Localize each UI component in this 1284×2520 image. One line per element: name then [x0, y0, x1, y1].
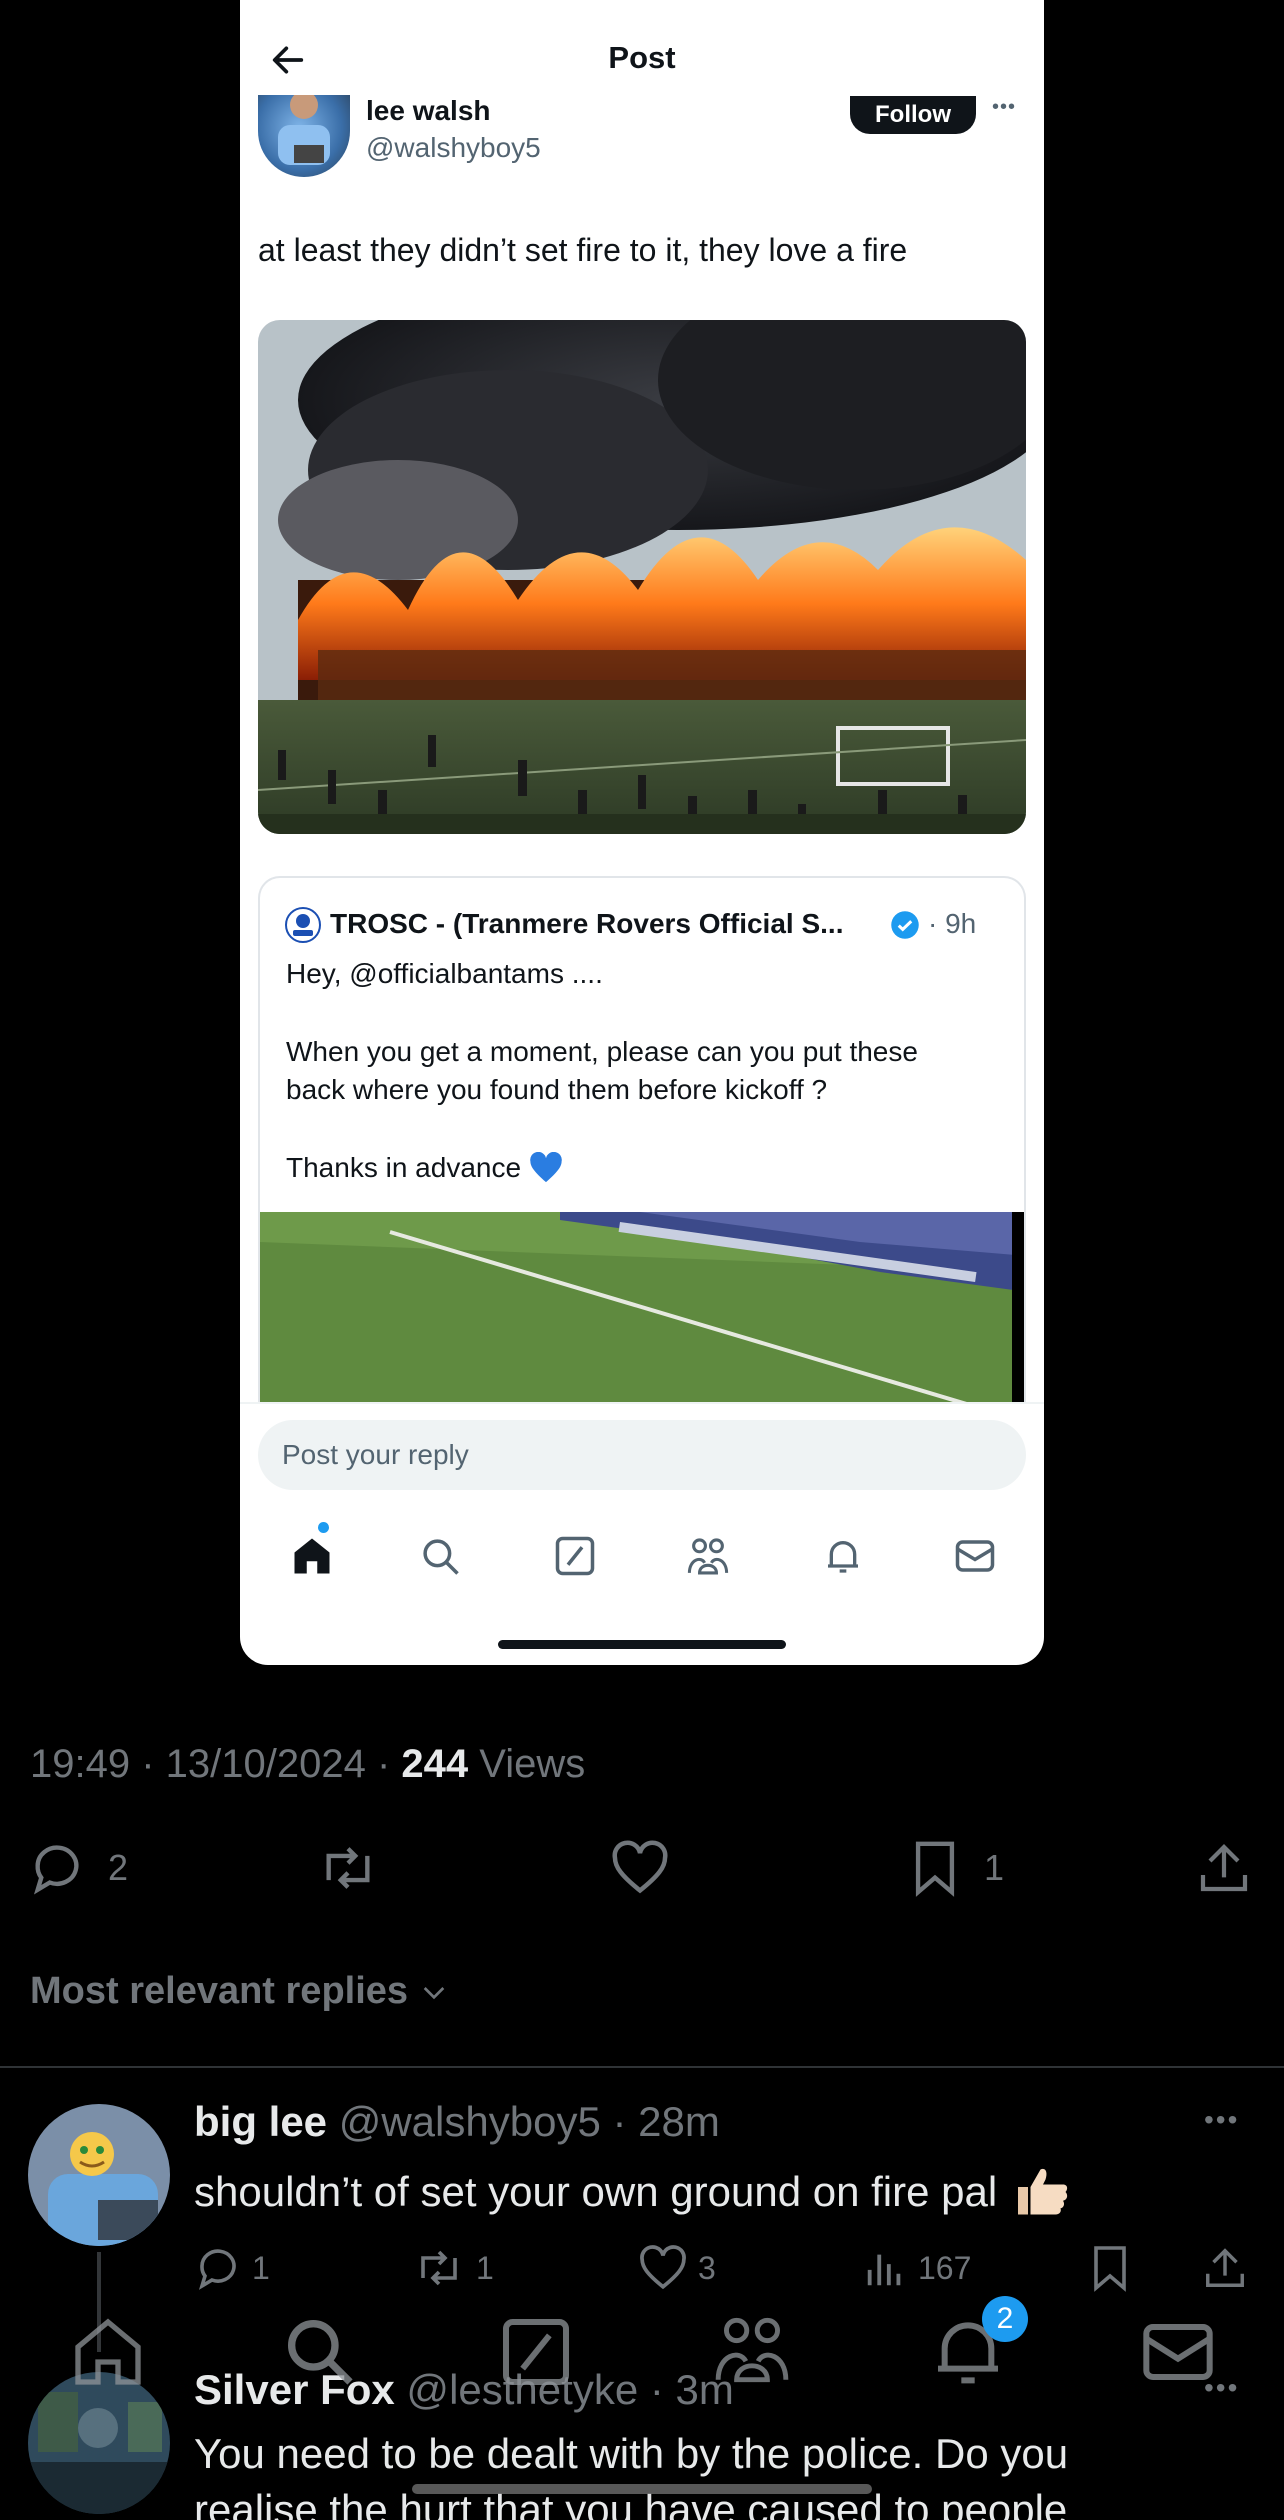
views-icon [867, 2254, 901, 2286]
reply-author: big lee @walshyboy5 · 28m [194, 2098, 720, 2146]
post-timestamp: 19:49 · 13/10/2024 · [30, 1742, 402, 1786]
chevron-down-icon [423, 1986, 445, 1999]
heart-icon [640, 2245, 686, 2290]
reply-like-count: 3 [698, 2249, 716, 2286]
reply-action[interactable]: 2 [28, 1838, 128, 1898]
communities-tab[interactable] [678, 1526, 738, 1586]
divider [0, 2066, 1284, 2068]
like-action[interactable] [610, 1838, 670, 1898]
grok-tab[interactable] [545, 1526, 605, 1586]
home-indicator [498, 1640, 786, 1649]
reply-views-count: 167 [918, 2249, 972, 2286]
thumbs-up-icon [1018, 2168, 1068, 2215]
search-tab[interactable] [410, 1526, 470, 1586]
grok-icon [503, 2319, 569, 2385]
quoted-text-line: Thanks in advance [286, 1152, 563, 1184]
author-handle: @walshyboy5 [366, 132, 541, 163]
reply-count: 2 [108, 1847, 129, 1888]
reply-author-name: big lee [194, 2098, 328, 2145]
search-icon [288, 2320, 353, 2385]
notification-badge: 2 [982, 2296, 1028, 2342]
reply-icon [198, 2249, 236, 2290]
share-action[interactable] [1196, 1838, 1252, 1898]
quoted-text-line: back where you found them before kickoff… [286, 1074, 828, 1105]
reply-share-action[interactable] [1202, 2240, 1248, 2296]
reply-input[interactable]: Post your reply [258, 1420, 1026, 1490]
home-tab[interactable] [282, 1526, 342, 1586]
grok-icon [555, 1536, 595, 1576]
nav-grok[interactable] [496, 2312, 576, 2392]
quoted-text-line: When you get a moment, please can you pu… [286, 1036, 918, 1067]
reply-more-icon[interactable]: ••• [1204, 2104, 1239, 2136]
search-icon [423, 1539, 459, 1575]
quoted-timestamp: · 9h [928, 908, 977, 939]
quoted-post-card[interactable]: TROSC - (Tranmere Rovers Official S... ·… [258, 876, 1026, 1406]
messages-tab[interactable] [945, 1526, 1005, 1586]
reply-author-handle: @walshyboy5 · 28m [327, 2098, 720, 2145]
follow-button[interactable]: Follow [850, 96, 976, 134]
screenshot-tab-bar [240, 1516, 1044, 1616]
repost-action[interactable] [316, 1838, 380, 1898]
home-indicator[interactable] [412, 2484, 872, 2494]
reply-like-action[interactable]: 3 [638, 2240, 716, 2296]
mail-icon [1143, 2324, 1213, 2380]
notifications-tab[interactable] [813, 1526, 873, 1586]
replies-sort-dropdown[interactable]: Most relevant replies [30, 1970, 450, 2013]
heart-icon [612, 1840, 668, 1894]
nav-communities[interactable] [712, 2312, 792, 2392]
reply-text-content: shouldn’t of set your own ground on fire… [194, 2168, 998, 2215]
reply-reply-action[interactable]: 1 [194, 2240, 270, 2296]
verified-badge-icon [891, 911, 919, 939]
repost-icon [421, 2250, 457, 2286]
share-icon [1200, 1844, 1248, 1892]
reply-reply-count: 1 [252, 2249, 270, 2286]
reply-views-action[interactable]: 167 [862, 2240, 971, 2296]
quoted-image[interactable] [260, 1212, 1024, 1406]
more-options-icon[interactable]: ••• [992, 96, 1016, 119]
reply-repost-count: 1 [476, 2249, 494, 2286]
post-image[interactable] [258, 320, 1026, 834]
views-label: Views [468, 1742, 586, 1786]
author-name: lee walsh [366, 95, 491, 126]
author-avatar [258, 95, 350, 177]
post-meta: 19:49 · 13/10/2024 · 244 Views [30, 1742, 585, 1787]
bookmark-icon [915, 1841, 955, 1897]
nav-messages[interactable] [1138, 2312, 1218, 2392]
reply-text: shouldn’t of set your own ground on fire… [194, 2162, 1073, 2222]
mail-icon [955, 1540, 995, 1572]
screenshot-header: Post [240, 0, 1044, 95]
quoted-author-name: TROSC - (Tranmere Rovers Official S... [330, 908, 844, 939]
reply-avatar[interactable] [28, 2104, 170, 2246]
home-icon [294, 1538, 330, 1574]
screenshot-header-title: Post [608, 40, 676, 75]
communities-icon [687, 1538, 729, 1575]
share-icon [1206, 2248, 1244, 2287]
bookmark-action[interactable]: 1 [908, 1838, 1004, 1898]
embedded-screenshot[interactable]: Post lee walsh @walshyboy5 Follow ••• at… [240, 0, 1044, 1665]
communities-icon [715, 2317, 789, 2383]
post-text: at least they didn’t set fire to it, the… [258, 232, 908, 268]
bookmark-count: 1 [984, 1847, 1005, 1888]
reply-bar: Post your reply [240, 1402, 1044, 1516]
nav-home[interactable] [68, 2312, 148, 2392]
reply-bookmark-action[interactable] [1088, 2240, 1132, 2296]
bottom-nav [0, 2300, 1284, 2410]
home-icon [75, 2318, 141, 2385]
quoted-text-thanks: Thanks in advance [286, 1152, 522, 1183]
views-count: 244 [401, 1742, 469, 1786]
quoted-text-line: Hey, @officialbantams .... [286, 958, 603, 989]
bell-icon [828, 1541, 858, 1573]
home-notification-dot [318, 1522, 329, 1533]
blue-heart-icon [530, 1152, 562, 1183]
nav-search[interactable] [280, 2312, 360, 2392]
repost-icon [326, 1847, 370, 1889]
club-badge-icon [285, 907, 321, 943]
reply-text: You need to be dealt with by the police.… [194, 2430, 1069, 2477]
reply-icon [33, 1845, 79, 1895]
replies-sort-label: Most relevant replies [30, 1970, 409, 2012]
reply-repost-action[interactable]: 1 [412, 2240, 494, 2296]
bookmark-icon [1094, 2246, 1126, 2292]
